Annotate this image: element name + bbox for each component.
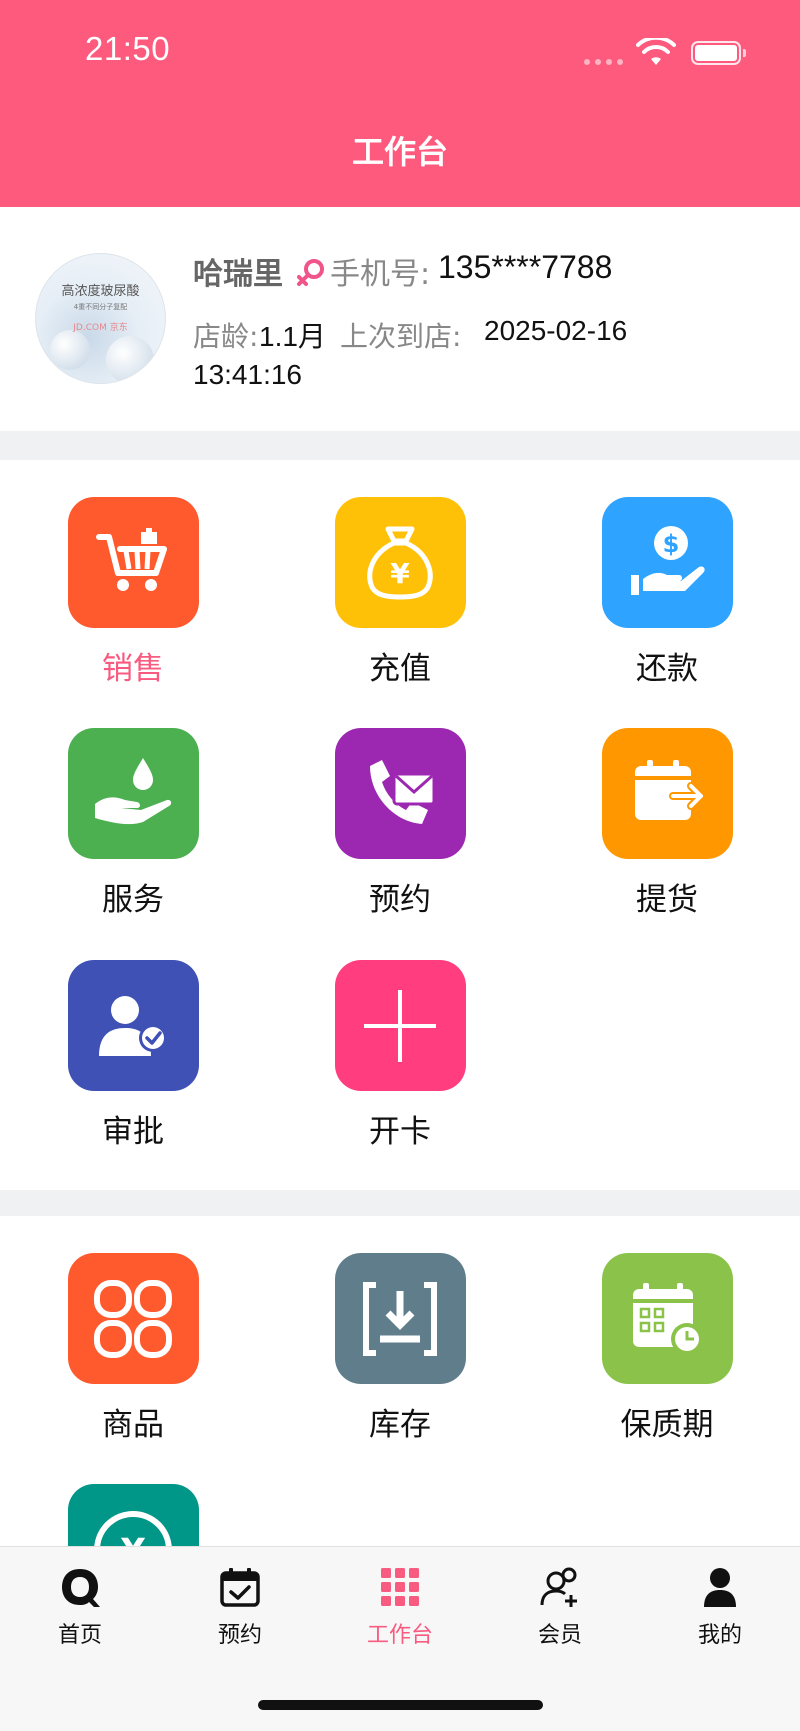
store-age-value: 1.1月 [259, 321, 326, 352]
avatar-subtitle: 4重不同分子复配 [73, 303, 128, 311]
sales-tile[interactable]: 销售 [23, 497, 243, 688]
home-q-icon [62, 1569, 100, 1607]
tab-appointment[interactable]: 预约 [180, 1565, 300, 1649]
cellular-signal-icon [584, 59, 623, 65]
service-label: 服务 [102, 882, 164, 918]
store-age-label: 店龄: [193, 320, 259, 353]
tab-mine-label: 我的 [697, 1623, 742, 1648]
goods-tile[interactable]: 商品 [23, 1253, 243, 1444]
svg-text:¥: ¥ [120, 1532, 145, 1547]
appointment-tile[interactable]: 预约 [290, 728, 510, 919]
last-visit-time: 13:41:16 [193, 359, 302, 390]
status-time: 21:50 [85, 30, 171, 67]
home-indicator[interactable] [258, 1700, 543, 1710]
open-card-label: 开卡 [369, 1114, 431, 1150]
finance-tile[interactable]: ¥ [23, 1484, 243, 1546]
phone-mail-icon [334, 728, 466, 859]
stock-icon [334, 1253, 466, 1384]
recharge-label: 充值 [369, 651, 431, 687]
avatar-brand: JD.COM 京东 [73, 323, 128, 333]
yuan-circle-icon: ¥ [67, 1484, 199, 1547]
tab-home-label: 首页 [57, 1623, 102, 1648]
shelf-life-label: 保质期 [620, 1407, 714, 1443]
grid-icon [381, 1568, 419, 1606]
member-avatar[interactable]: 高浓度玻尿酸 4重不同分子复配 JD.COM 京东 [35, 253, 166, 384]
repayment-tile[interactable]: $ 还款 [557, 497, 777, 688]
calendar-clock-icon [601, 1253, 733, 1384]
pickup-label: 提货 [636, 882, 698, 918]
repayment-label: 还款 [636, 651, 698, 687]
top-header: 21:50 工作台 [0, 0, 800, 207]
hand-drop-icon [67, 728, 199, 859]
approval-label: 审批 [102, 1114, 164, 1150]
user-check-icon [67, 960, 199, 1091]
tab-home[interactable]: 首页 [20, 1565, 140, 1649]
svg-text:$: $ [663, 530, 680, 558]
female-gender-icon [297, 259, 324, 286]
stock-tile[interactable]: 库存 [290, 1253, 510, 1444]
battery-icon [691, 41, 746, 65]
wallet-out-icon [601, 728, 733, 859]
money-bag-icon: ¥ [334, 497, 466, 628]
inventory-grid: 商品 库存 保质期 [0, 1216, 800, 1546]
open-card-tile[interactable]: 开卡 [290, 960, 510, 1151]
phone-label: 手机号: [330, 257, 431, 292]
wifi-icon [636, 38, 676, 65]
workbench-grid: 销售 ¥ 充值 $ 还款 服务 预约 提货 审批 开卡 [0, 460, 800, 1190]
tab-mine[interactable]: 我的 [660, 1565, 780, 1649]
tab-appointment-label: 预约 [217, 1623, 262, 1648]
approval-tile[interactable]: 审批 [23, 960, 243, 1151]
tab-workbench-label: 工作台 [366, 1623, 433, 1648]
member-add-icon [540, 1567, 577, 1607]
cart-icon [67, 497, 199, 628]
avatar-title: 高浓度玻尿酸 [61, 284, 140, 299]
tab-member-label: 会员 [537, 1623, 582, 1648]
tab-member[interactable]: 会员 [500, 1565, 620, 1649]
last-visit-date: 2025-02-16 [484, 315, 628, 346]
stock-label: 库存 [369, 1407, 431, 1443]
page-title: 工作台 [351, 133, 448, 171]
calendar-check-icon [220, 1568, 260, 1607]
goods-icon [67, 1253, 199, 1384]
person-icon [704, 1568, 736, 1607]
hand-coin-icon: $ [601, 497, 733, 628]
tab-workbench[interactable]: 工作台 [340, 1565, 460, 1649]
svg-text:¥: ¥ [390, 557, 410, 590]
goods-label: 商品 [102, 1407, 164, 1443]
last-visit-label: 上次到店: [340, 320, 462, 353]
plus-icon [334, 960, 466, 1091]
recharge-tile[interactable]: ¥ 充值 [290, 497, 510, 688]
sales-label: 销售 [102, 651, 164, 687]
phone-value: 135****7788 [438, 249, 613, 285]
shelf-life-tile[interactable]: 保质期 [557, 1253, 777, 1444]
appointment-label: 预约 [369, 882, 431, 918]
member-name: 哈瑞里 [193, 257, 283, 292]
member-card[interactable]: 高浓度玻尿酸 4重不同分子复配 JD.COM 京东 哈瑞里 手机号: 135**… [0, 207, 800, 431]
service-tile[interactable]: 服务 [23, 728, 243, 919]
pickup-tile[interactable]: 提货 [557, 728, 777, 919]
